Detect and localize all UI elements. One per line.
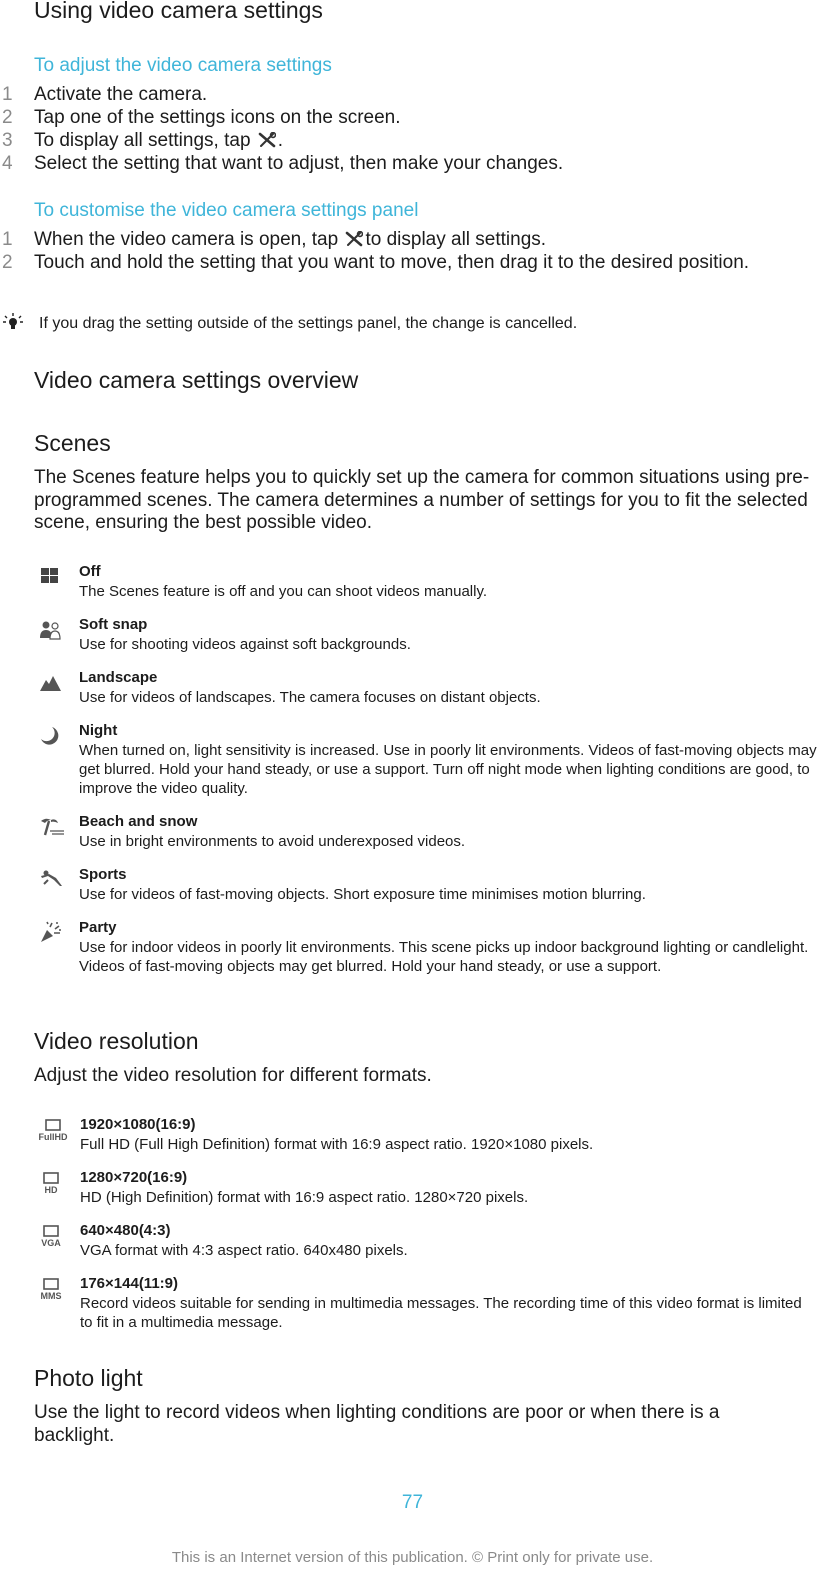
step-text: Activate the camera. bbox=[34, 84, 208, 105]
scene-description: Use for videos of fast-moving objects. S… bbox=[79, 886, 646, 903]
resolution-description: Full HD (Full High Definition) format wi… bbox=[80, 1136, 594, 1153]
soft-snap-icon bbox=[40, 621, 61, 640]
resolution-description: VGA format with 4:3 aspect ratio. 640x48… bbox=[80, 1242, 408, 1259]
step-number: 2 bbox=[2, 107, 13, 128]
runner-icon bbox=[41, 870, 62, 886]
step-number: 1 bbox=[2, 84, 13, 105]
page-number: 77 bbox=[401, 1492, 424, 1513]
video-resolution-heading: Video resolution bbox=[34, 1028, 199, 1054]
scene-description: When turned on, light sensitivity is inc… bbox=[79, 742, 817, 797]
mms-icon: MMS bbox=[41, 1278, 62, 1301]
step-text-before: To display all settings, tap bbox=[34, 130, 251, 151]
tip-text: If you drag the setting outside of the s… bbox=[39, 315, 578, 332]
scene-title: Sports bbox=[79, 866, 127, 883]
step-text: Select the setting that want to adjust, … bbox=[34, 153, 564, 174]
step-text-before: When the video camera is open, tap bbox=[34, 229, 339, 250]
scene-title: Landscape bbox=[79, 669, 158, 686]
resolution-title: 640×480(4:3) bbox=[80, 1222, 171, 1239]
resolution-description: HD (High Definition) format with 16:9 as… bbox=[80, 1189, 529, 1206]
photo-light-intro: Use the light to record videos when ligh… bbox=[34, 1402, 720, 1446]
scene-description: Use in bright environments to avoid unde… bbox=[79, 833, 466, 850]
scene-description: Use for videos of landscapes. The camera… bbox=[79, 689, 541, 706]
video-resolution-intro: Adjust the video resolution for differen… bbox=[34, 1065, 432, 1086]
step-number: 4 bbox=[2, 153, 13, 174]
party-popper-icon bbox=[41, 921, 61, 942]
mountain-icon bbox=[40, 676, 61, 691]
scene-title: Soft snap bbox=[79, 616, 148, 633]
scene-title: Night bbox=[79, 722, 118, 739]
scenes-heading: Scenes bbox=[34, 430, 111, 456]
page-title: Using video camera settings bbox=[34, 0, 323, 23]
photo-light-heading: Photo light bbox=[34, 1365, 143, 1391]
scene-description: Use for indoor videos in poorly lit envi… bbox=[79, 939, 809, 975]
step-text-after: . bbox=[277, 130, 284, 151]
resolution-title: 176×144(11:9) bbox=[80, 1275, 178, 1292]
scenes-intro: The Scenes feature helps you to quickly … bbox=[34, 467, 810, 533]
step-text: Touch and hold the setting that you want… bbox=[34, 252, 750, 273]
vga-icon: VGA bbox=[41, 1225, 61, 1248]
step-number: 2 bbox=[2, 252, 13, 273]
scene-title: Beach and snow bbox=[79, 813, 198, 830]
palm-tree-icon bbox=[41, 818, 64, 836]
scene-description: The Scenes feature is off and you can sh… bbox=[79, 583, 488, 600]
overview-heading: Video camera settings overview bbox=[34, 367, 359, 393]
step-text: Tap one of the settings icons on the scr… bbox=[34, 107, 401, 128]
step-text: To display all settings, tap . bbox=[34, 130, 820, 153]
lightbulb-icon bbox=[3, 313, 23, 329]
icon-label: VGA bbox=[41, 1238, 61, 1248]
step-number: 1 bbox=[2, 229, 13, 250]
resolution-title: 1280×720(16:9) bbox=[80, 1169, 188, 1186]
footer-notice: This is an Internet version of this publ… bbox=[171, 1549, 654, 1566]
icon-label: MMS bbox=[41, 1291, 62, 1301]
resolution-title: 1920×1080(16:9) bbox=[80, 1116, 196, 1133]
icon-label: HD bbox=[45, 1185, 58, 1195]
icon-label: FullHD bbox=[39, 1132, 68, 1142]
resolution-description: Record videos suitable for sending in mu… bbox=[80, 1295, 802, 1331]
scene-title: Party bbox=[79, 919, 117, 936]
moon-icon bbox=[41, 727, 59, 745]
fullhd-icon: FullHD bbox=[39, 1119, 68, 1142]
tools-icon bbox=[258, 132, 276, 148]
tools-icon bbox=[346, 231, 364, 247]
scene-title: Off bbox=[79, 563, 101, 580]
step-number: 3 bbox=[2, 130, 13, 151]
adjust-settings-heading: To adjust the video camera settings bbox=[34, 55, 332, 76]
step-text-after: to display all settings. bbox=[365, 229, 547, 250]
step-text: When the video camera is open, tap to di… bbox=[34, 229, 820, 252]
customise-panel-heading: To customise the video camera settings p… bbox=[34, 200, 419, 221]
hd-icon: HD bbox=[43, 1172, 59, 1195]
grid-off-icon bbox=[41, 568, 58, 583]
scene-description: Use for shooting videos against soft bac… bbox=[79, 636, 411, 653]
